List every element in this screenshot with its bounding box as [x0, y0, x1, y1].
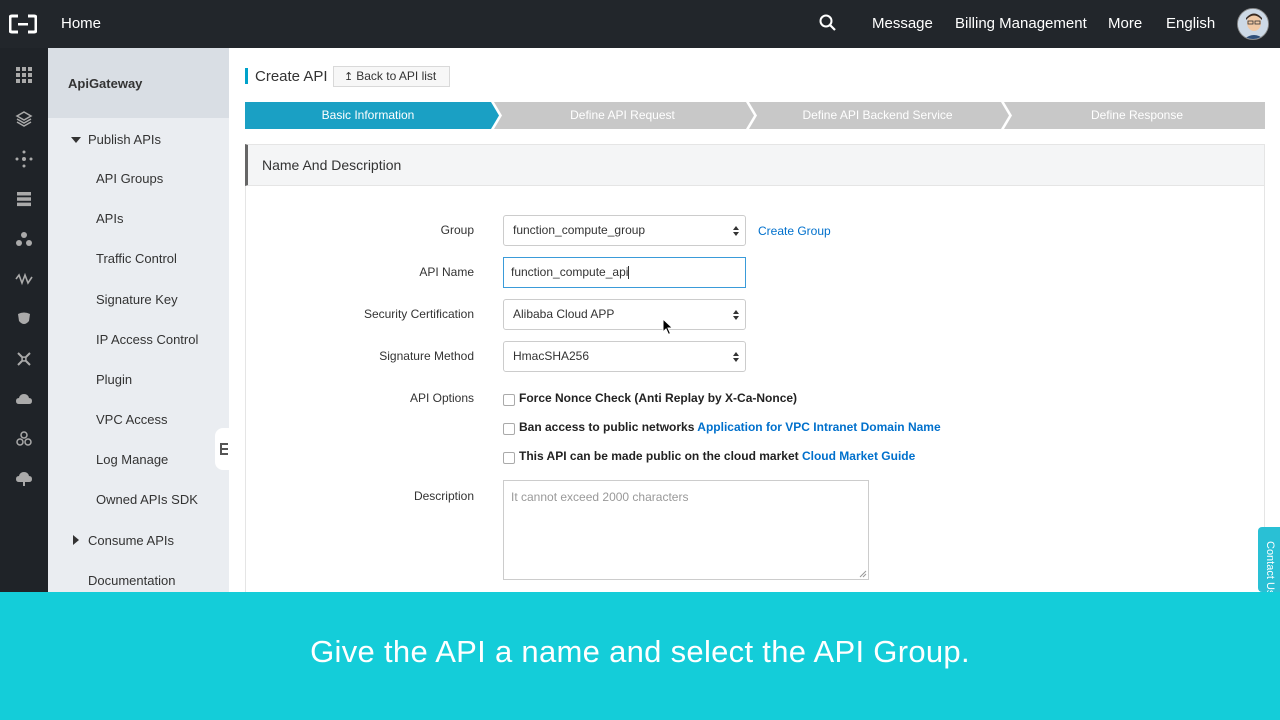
ban-public-access-checkbox[interactable]: [503, 423, 515, 435]
network-icon[interactable]: [15, 150, 33, 168]
back-to-api-list-button[interactable]: ↥ Back to API list: [333, 66, 450, 87]
cloud-market-checkbox[interactable]: [503, 452, 515, 464]
grid-icon[interactable]: [15, 66, 33, 84]
ban-public-access-label: Ban access to public networks Applicatio…: [519, 420, 941, 434]
icon-rail: [0, 48, 48, 592]
api-name-value: function_compute_api: [511, 265, 629, 279]
sidebar-item-owned-apis-sdk[interactable]: Owned APIs SDK: [96, 492, 198, 507]
avatar[interactable]: [1237, 8, 1269, 40]
sidebar-item-signature-key[interactable]: Signature Key: [96, 292, 178, 307]
api-name-input[interactable]: function_compute_api: [503, 257, 746, 288]
section-header: Name And Description: [245, 144, 1265, 186]
sidebar-item-apis[interactable]: APIs: [96, 211, 123, 226]
top-bar: Home Message Billing Management More Eng…: [0, 0, 1280, 48]
sidebar-item-documentation[interactable]: Documentation: [88, 573, 175, 588]
sidebar: ApiGateway Publish APIs API Groups APIs …: [48, 48, 229, 592]
signature-method-label: Signature Method: [379, 349, 474, 363]
select-arrows-icon: [733, 352, 739, 362]
step-define-response[interactable]: Define Response: [1009, 102, 1265, 129]
api-options-label: API Options: [409, 391, 474, 405]
cloud-market-guide-link[interactable]: Cloud Market Guide: [802, 449, 915, 463]
page-title: Create API: [255, 68, 328, 85]
alibaba-cloud-logo-icon[interactable]: [9, 13, 37, 35]
mouse-pointer-icon: [662, 318, 674, 336]
group-label: Group: [440, 223, 474, 237]
contact-us-tab[interactable]: Contact Us: [1258, 527, 1280, 595]
api-name-label: API Name: [419, 265, 474, 279]
sidebar-header: ApiGateway: [48, 48, 229, 118]
signature-method-select[interactable]: HmacSHA256: [503, 341, 746, 372]
title-accent: [245, 68, 248, 84]
sidebar-item-api-groups[interactable]: API Groups: [96, 171, 163, 186]
sidebar-title: ApiGateway: [68, 76, 143, 91]
caret-right-icon[interactable]: [73, 535, 79, 545]
wave-icon[interactable]: [15, 270, 33, 288]
cloud-market-label: This API can be made public on the cloud…: [519, 449, 915, 463]
wizard-steps: Basic Information Define API Request Def…: [245, 102, 1265, 129]
security-certification-value: Alibaba Cloud APP: [513, 307, 615, 321]
select-arrows-icon: [733, 226, 739, 236]
group-select-value: function_compute_group: [513, 223, 646, 237]
layers-icon[interactable]: [15, 110, 33, 128]
section-title: Name And Description: [262, 157, 402, 173]
select-arrows-icon: [733, 310, 739, 320]
text-caret: [628, 266, 630, 280]
collapse-icon: [220, 443, 228, 455]
user-avatar-icon: [1238, 9, 1268, 39]
caption-text: Give the API a name and select the API G…: [310, 634, 970, 669]
caption-banner: Give the API a name and select the API G…: [0, 592, 1280, 720]
description-placeholder: It cannot exceed 2000 characters: [511, 490, 689, 504]
shield-icon[interactable]: [15, 310, 33, 328]
cloud-upload-icon[interactable]: [15, 390, 33, 408]
group-select[interactable]: function_compute_group: [503, 215, 746, 246]
sidebar-item-consume-apis[interactable]: Consume APIs: [88, 533, 174, 548]
cluster-icon[interactable]: [15, 230, 33, 248]
back-arrow-icon: ↥: [344, 71, 354, 83]
resize-handle-icon[interactable]: [859, 570, 867, 578]
sidebar-item-log-manage[interactable]: Log Manage: [96, 452, 168, 467]
step-basic-information[interactable]: Basic Information: [245, 102, 491, 129]
more-menu[interactable]: More: [1108, 15, 1142, 32]
caret-down-icon[interactable]: [71, 137, 81, 143]
security-certification-select[interactable]: Alibaba Cloud APP: [503, 299, 746, 330]
force-nonce-checkbox[interactable]: [503, 394, 515, 406]
description-label: Description: [413, 489, 474, 503]
sidebar-item-publish-apis[interactable]: Publish APIs: [88, 132, 161, 147]
ban-public-access-text: Ban access to public networks: [519, 420, 695, 434]
sidebar-item-vpc-access[interactable]: VPC Access: [96, 412, 168, 427]
language-menu[interactable]: English: [1166, 15, 1215, 32]
nodes-icon[interactable]: [15, 430, 33, 448]
force-nonce-label: Force Nonce Check (Anti Replay by X-Ca-N…: [519, 391, 798, 405]
search-icon[interactable]: [819, 14, 837, 32]
signature-method-value: HmacSHA256: [513, 349, 590, 363]
step-define-backend-service[interactable]: Define API Backend Service: [754, 102, 1001, 129]
vpc-intranet-domain-link[interactable]: Application for VPC Intranet Domain Name: [697, 420, 940, 434]
database-icon[interactable]: [15, 190, 33, 208]
back-button-label: Back to API list: [356, 69, 437, 83]
cloud-market-text: This API can be made public on the cloud…: [519, 449, 799, 463]
description-textarea[interactable]: It cannot exceed 2000 characters: [503, 480, 869, 580]
step-define-api-request[interactable]: Define API Request: [499, 102, 746, 129]
sidebar-collapse-toggle[interactable]: [215, 428, 229, 470]
sidebar-item-plugin[interactable]: Plugin: [96, 372, 132, 387]
security-certification-label: Security Certification: [363, 307, 474, 321]
cloud-download-icon[interactable]: [15, 470, 33, 488]
sidebar-item-ip-access-control[interactable]: IP Access Control: [96, 332, 198, 347]
cross-arrows-icon[interactable]: [15, 350, 33, 368]
billing-management-link[interactable]: Billing Management: [955, 15, 1087, 32]
create-group-link[interactable]: Create Group: [758, 224, 831, 238]
message-link[interactable]: Message: [872, 15, 933, 32]
sidebar-item-traffic-control[interactable]: Traffic Control: [96, 251, 177, 266]
home-link[interactable]: Home: [61, 15, 101, 32]
